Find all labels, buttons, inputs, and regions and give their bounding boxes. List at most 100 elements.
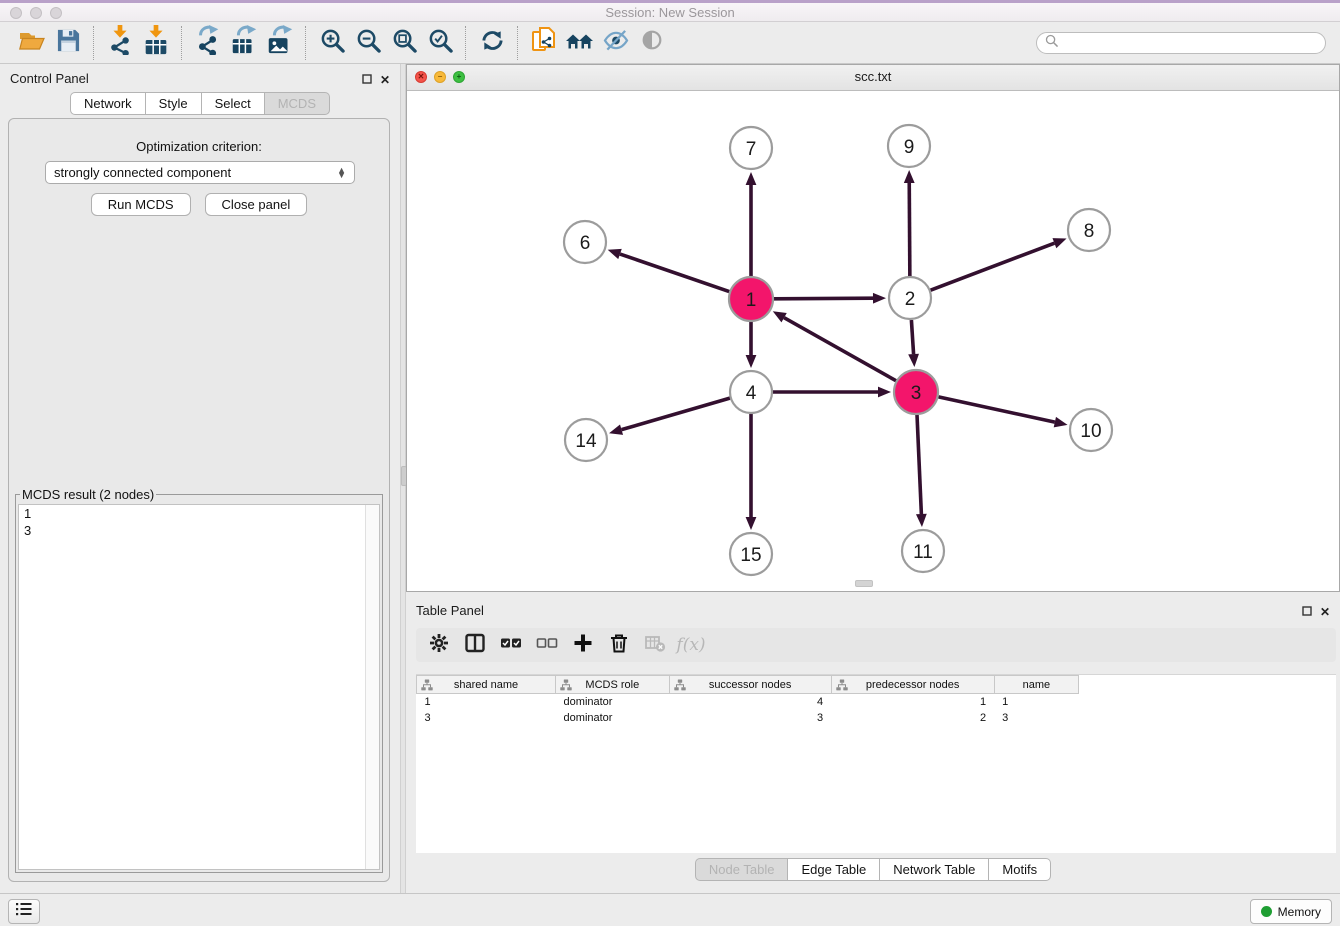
criterion-select[interactable]: strongly connected component ▲▼ — [45, 161, 355, 184]
gear-icon — [428, 632, 450, 659]
zoom-out-icon — [356, 28, 381, 58]
table-cell[interactable]: 1 — [994, 694, 1078, 711]
export-table-button[interactable] — [226, 25, 262, 61]
graph-node-15[interactable]: 15 — [730, 533, 772, 575]
horizontal-splitter-grip[interactable] — [855, 580, 873, 587]
float-panel-icon[interactable] — [362, 71, 372, 89]
table-cell[interactable]: 1 — [417, 694, 556, 711]
column-header-name[interactable]: name — [994, 676, 1078, 694]
svg-text:11: 11 — [913, 542, 933, 563]
mcds-result-item[interactable]: 1 — [19, 505, 379, 522]
table-row[interactable]: 3dominator323 — [417, 710, 1337, 726]
show-all-icon — [640, 28, 664, 57]
svg-text:7: 7 — [746, 139, 757, 160]
close-panel-button[interactable]: Close panel — [205, 193, 308, 216]
show-column-button[interactable] — [460, 630, 490, 660]
new-network-from-selection-button[interactable] — [526, 25, 562, 61]
table-cell[interactable]: dominator — [556, 710, 670, 726]
import-network-button[interactable] — [102, 25, 138, 61]
first-neighbors-button[interactable] — [562, 25, 598, 61]
graph-edge-4-3[interactable] — [773, 387, 891, 398]
graph-node-9[interactable]: 9 — [888, 125, 930, 167]
svg-text:1: 1 — [746, 290, 757, 311]
memory-button[interactable]: Memory — [1250, 899, 1332, 924]
deselect-all-button[interactable] — [532, 630, 562, 660]
graph-edge-2-3[interactable] — [908, 320, 919, 367]
zoom-out-button[interactable] — [350, 25, 386, 61]
tab-mcds[interactable]: MCDS — [265, 92, 330, 115]
graph-edge-1-6[interactable] — [608, 249, 730, 292]
task-history-button[interactable] — [8, 899, 40, 924]
tab-network[interactable]: Network — [70, 92, 146, 115]
delete-row-button[interactable] — [604, 630, 634, 660]
float-table-panel-icon[interactable] — [1302, 603, 1312, 621]
graph-edge-2-8[interactable] — [931, 238, 1067, 290]
graph-edge-2-9[interactable] — [904, 170, 915, 276]
table-options-button[interactable] — [424, 630, 454, 660]
graph-node-3[interactable]: 3 — [894, 370, 938, 414]
save-session-button[interactable] — [50, 25, 86, 61]
refresh-button[interactable] — [474, 25, 510, 61]
search-box[interactable] — [1036, 32, 1326, 54]
network-window-titlebar[interactable]: ✕ − + scc.txt — [407, 65, 1339, 91]
run-mcds-button[interactable]: Run MCDS — [91, 193, 191, 216]
graph-node-14[interactable]: 14 — [565, 419, 607, 461]
graph-edge-1-7[interactable] — [746, 172, 757, 276]
graph-edge-3-1[interactable] — [773, 311, 896, 380]
mcds-result-item[interactable]: 3 — [19, 522, 379, 539]
table-cell[interactable]: 3 — [417, 710, 556, 726]
table-cell[interactable]: 2 — [831, 710, 994, 726]
graph-node-4[interactable]: 4 — [730, 371, 772, 413]
select-all-button[interactable] — [496, 630, 526, 660]
tab-edge-table[interactable]: Edge Table — [788, 858, 880, 881]
select-stepper-icon: ▲▼ — [337, 168, 346, 178]
graph-edge-1-2[interactable] — [774, 293, 886, 304]
tab-node-table[interactable]: Node Table — [695, 858, 789, 881]
hide-selected-button[interactable] — [598, 25, 634, 61]
graph-node-7[interactable]: 7 — [730, 127, 772, 169]
mcds-result-list[interactable]: 13 — [18, 504, 380, 870]
tab-style[interactable]: Style — [146, 92, 202, 115]
result-scrollbar[interactable] — [365, 505, 379, 869]
zoom-in-button[interactable] — [314, 25, 350, 61]
close-panel-icon[interactable]: ✕ — [380, 75, 390, 85]
graph-node-11[interactable]: 11 — [902, 530, 944, 572]
tab-select[interactable]: Select — [202, 92, 265, 115]
import-table-button[interactable] — [138, 25, 174, 61]
graph-node-10[interactable]: 10 — [1070, 409, 1112, 451]
graph-node-6[interactable]: 6 — [564, 221, 606, 263]
search-input[interactable] — [1063, 33, 1325, 53]
graph-edge-4-14[interactable] — [609, 398, 730, 435]
column-header-predecessor-nodes[interactable]: predecessor nodes — [831, 676, 994, 694]
graph-node-2[interactable]: 2 — [889, 277, 931, 319]
table-cell[interactable]: dominator — [556, 694, 670, 711]
close-table-panel-icon[interactable]: ✕ — [1320, 607, 1330, 617]
table-toolbar: f(x) — [416, 628, 1336, 662]
column-header-shared-name[interactable]: shared name — [417, 676, 556, 694]
open-session-button[interactable] — [14, 25, 50, 61]
table-cell[interactable]: 3 — [994, 710, 1078, 726]
window-titlebar: Session: New Session — [0, 0, 1340, 22]
table-cell[interactable]: 3 — [669, 710, 831, 726]
network-canvas[interactable]: 1 2 3 4 6 7 8 9 10 11 14 15 — [407, 91, 1339, 588]
window-title: Session: New Session — [0, 5, 1340, 20]
graph-edge-1-4[interactable] — [746, 322, 757, 368]
graph-node-1[interactable]: 1 — [729, 277, 773, 321]
table-cell[interactable]: 4 — [669, 694, 831, 711]
column-header-successor-nodes[interactable]: successor nodes — [669, 676, 831, 694]
graph-edge-3-10[interactable] — [938, 397, 1067, 428]
graph-node-8[interactable]: 8 — [1068, 209, 1110, 251]
tab-motifs[interactable]: Motifs — [989, 858, 1051, 881]
tab-network-table[interactable]: Network Table — [880, 858, 989, 881]
graph-edge-4-15[interactable] — [746, 414, 757, 530]
zoom-selected-button[interactable] — [422, 25, 458, 61]
table-cell[interactable]: 1 — [831, 694, 994, 711]
zoom-fit-button[interactable] — [386, 25, 422, 61]
graph-edge-3-11[interactable] — [916, 415, 927, 527]
add-row-button[interactable] — [568, 630, 598, 660]
table-row[interactable]: 1dominator411 — [417, 694, 1337, 711]
column-header-mcds-role[interactable]: MCDS role — [556, 676, 670, 694]
svg-text:4: 4 — [746, 383, 757, 404]
export-network-button[interactable] — [190, 25, 226, 61]
export-image-button[interactable] — [262, 25, 298, 61]
